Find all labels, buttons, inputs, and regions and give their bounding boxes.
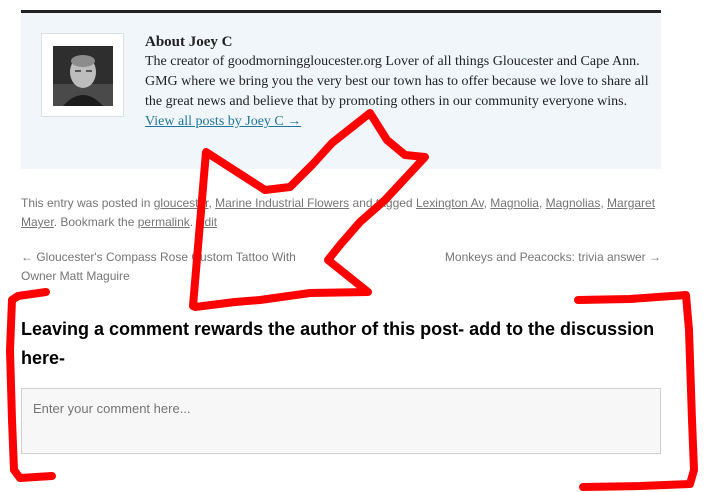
category-link-gloucester[interactable]: gloucester [154,196,209,210]
meta-tagged-text: and tagged [352,196,413,210]
meta-separator: , [538,196,543,210]
meta-bookmark-text: . Bookmark the [53,215,135,229]
avatar[interactable] [41,33,124,117]
category-link-marine-industrial-flowers[interactable]: Marine Industrial Flowers [215,196,349,210]
next-post-link[interactable]: Monkeys and Peacocks: trivia answer → [445,248,661,267]
author-description: The creator of goodmorninggloucester.org… [145,54,649,109]
view-all-posts-link[interactable]: View all posts by Joey C → [145,114,301,129]
meta-separator: , [600,196,604,210]
tag-link-lexington-av[interactable]: Lexington Av [416,196,484,210]
author-title: About Joey C [145,34,233,50]
entry-meta: This entry was posted in gloucester, Mar… [21,196,656,229]
author-photo [53,46,113,106]
author-photo-image [53,46,113,106]
author-info-box: About Joey C The creator of goodmorningg… [21,10,661,169]
meta-prefix: This entry was posted in [21,196,151,210]
meta-separator: , [483,196,487,210]
tag-link-magnolias[interactable]: Magnolias [546,196,601,210]
meta-separator: , [208,196,212,210]
previous-post-link[interactable]: ← Gloucester's Compass Rose Custom Tatto… [21,248,331,286]
permalink-link[interactable]: permalink [138,215,190,229]
tag-link-magnolia[interactable]: Magnolia [490,196,539,210]
edit-link[interactable]: Edit [196,215,217,229]
comment-section-heading: Leaving a comment rewards the author of … [21,319,655,368]
author-bio: About Joey C The creator of goodmorningg… [145,32,650,132]
comment-input[interactable] [21,388,661,454]
